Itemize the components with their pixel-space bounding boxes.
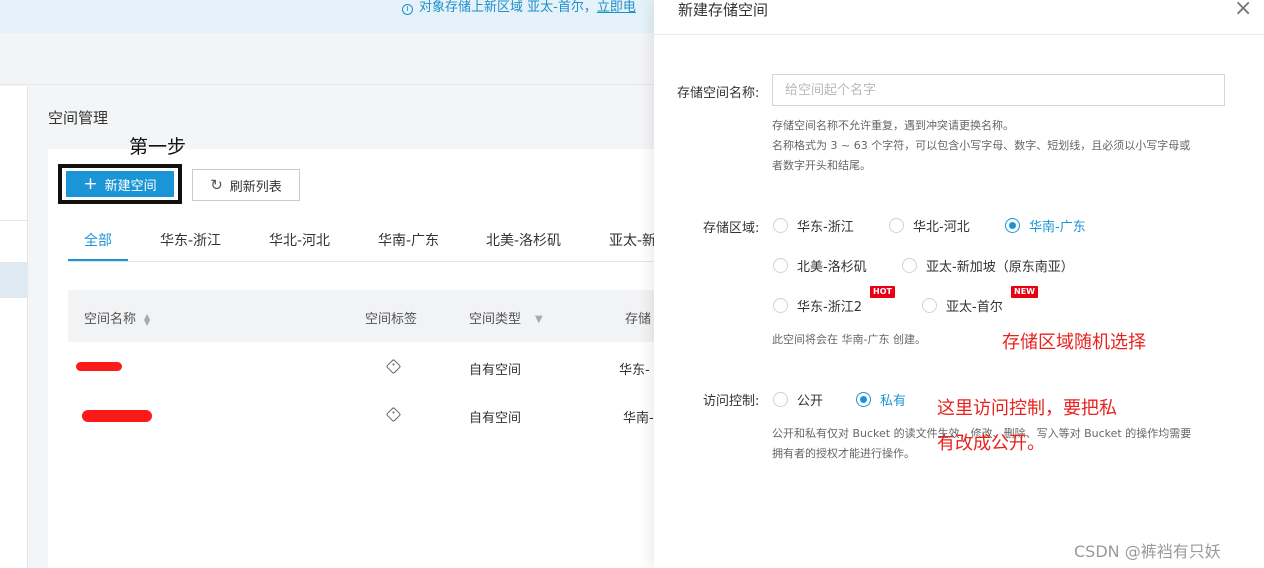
create-bucket-drawer: 新建存储空间 × 存储空间名称: 存储空间名称不允许重复，遇到冲突请更换名称。 …	[654, 0, 1264, 568]
active-tab-indicator	[68, 259, 128, 261]
access-annotation-line1: 这里访问控制，要把私	[937, 398, 1117, 419]
tag-icon[interactable]	[385, 406, 402, 423]
bucket-name-format-hint-cont: 者数字开头和结尾。	[772, 159, 871, 172]
sidebar-item-selected[interactable]	[0, 262, 28, 298]
radio-circle[interactable]	[773, 258, 788, 273]
tab-asia-singapore[interactable]: 亚太-新	[609, 230, 656, 250]
region-annotation: 存储区域随机选择	[1002, 332, 1146, 353]
radio-circle[interactable]	[773, 218, 788, 233]
notice-link[interactable]: 立即电	[597, 0, 636, 15]
bucket-type: 自有空间	[469, 411, 522, 426]
table-header: 空间名称 ▲ ▼ 空间标签 空间类型 ▼ 存储	[68, 290, 654, 342]
radio-region-east-zhejiang[interactable]: 华东-浙江	[773, 216, 854, 235]
highlight-box: + 新建空间	[58, 164, 182, 204]
watermark: CSDN @裤裆有只妖	[1074, 542, 1221, 561]
tab-all[interactable]: 全部	[84, 230, 112, 250]
radio-circle[interactable]	[889, 218, 904, 233]
radio-circle[interactable]	[1005, 218, 1020, 233]
column-header-type[interactable]: 空间类型 ▼	[469, 308, 543, 327]
filter-icon[interactable]: ▼	[535, 314, 543, 325]
table-row[interactable]: 自有空间 华东-	[68, 343, 654, 391]
bucket-region: 华东-	[619, 363, 650, 378]
tag-icon[interactable]	[385, 358, 402, 375]
notice-text: 对象存储上新区域 亚太-首尔，	[419, 0, 597, 15]
info-icon: i	[402, 4, 413, 15]
sidebar-divider	[0, 220, 28, 221]
access-annotation-line2: 有改成公开。	[937, 433, 1045, 454]
radio-circle[interactable]	[773, 298, 788, 313]
bucket-region: 华南-	[623, 411, 654, 426]
radio-circle[interactable]	[922, 298, 937, 313]
radio-access-private[interactable]: 私有	[856, 390, 906, 409]
notice-bar: i 对象存储上新区域 亚太-首尔，立即电	[0, 0, 654, 33]
radio-region-east-zhejiang-2[interactable]: 华东-浙江2 HOT	[773, 286, 895, 315]
tab-south-guangdong[interactable]: 华南-广东	[378, 230, 439, 250]
radio-region-south-guangdong[interactable]: 华南-广东	[1005, 216, 1086, 235]
radio-circle[interactable]	[856, 392, 871, 407]
region-label: 存储区域:	[703, 221, 760, 236]
radio-region-asia-seoul[interactable]: 亚太-首尔 NEW	[922, 286, 1038, 315]
tab-east-zhejiang[interactable]: 华东-浙江	[160, 230, 221, 250]
redacted-bucket-name	[76, 362, 122, 371]
table-row[interactable]: 自有空间 华南-	[68, 391, 654, 439]
top-navigation	[0, 33, 654, 85]
bucket-name-format-hint: 名称格式为 3 ~ 63 个字符，可以包含小写字母、数字、短划线，且必须以小写字…	[772, 139, 1191, 152]
refresh-list-label: 刷新列表	[229, 179, 282, 195]
radio-region-na-los-angeles[interactable]: 北美-洛杉矶	[773, 256, 867, 275]
redacted-bucket-name	[82, 410, 152, 422]
close-icon[interactable]: ×	[1234, 0, 1252, 21]
bucket-name-hint: 存储空间名称不允许重复，遇到冲突请更换名称。	[772, 119, 1014, 132]
drawer-header: 新建存储空间 ×	[654, 0, 1264, 35]
step-annotation: 第一步	[129, 136, 187, 158]
radio-circle[interactable]	[902, 258, 917, 273]
new-badge: NEW	[1011, 286, 1038, 298]
page-title: 空间管理	[48, 109, 109, 127]
tab-north-hebei[interactable]: 华北-河北	[269, 230, 330, 250]
create-bucket-label: 新建空间	[104, 178, 157, 194]
region-tabs: 全部 华东-浙江 华北-河北 华南-广东 北美-洛杉矶 亚太-新	[68, 222, 656, 262]
column-header-name[interactable]: 空间名称 ▲ ▼	[84, 308, 150, 327]
hot-badge: HOT	[870, 286, 895, 298]
plus-icon: +	[83, 173, 98, 194]
drawer-title: 新建存储空间	[678, 1, 769, 19]
region-hint: 此空间将会在 华南-广东 创建。	[772, 333, 926, 346]
sort-icon[interactable]: ▲ ▼	[144, 312, 150, 326]
bucket-type: 自有空间	[469, 363, 522, 378]
access-hint-cont: 拥有者的授权才能进行操作。	[772, 447, 915, 460]
radio-access-public[interactable]: 公开	[773, 390, 823, 409]
radio-region-north-hebei[interactable]: 华北-河北	[889, 216, 970, 235]
radio-circle[interactable]	[773, 392, 788, 407]
radio-region-asia-singapore[interactable]: 亚太-新加坡（原东南亚）	[902, 256, 1074, 275]
refresh-list-button[interactable]: ↻ 刷新列表	[192, 169, 300, 201]
refresh-icon: ↻	[210, 176, 223, 194]
tab-na-los-angeles[interactable]: 北美-洛杉矶	[486, 230, 561, 250]
bucket-name-label: 存储空间名称:	[677, 86, 760, 101]
bucket-name-input[interactable]	[772, 74, 1225, 106]
sidebar	[0, 86, 28, 568]
access-control-label: 访问控制:	[703, 394, 760, 409]
column-header-storage: 存储	[625, 312, 652, 327]
column-header-tags: 空间标签	[365, 312, 418, 327]
create-bucket-button[interactable]: + 新建空间	[66, 171, 174, 197]
notice: i 对象存储上新区域 亚太-首尔，立即电	[402, 0, 636, 15]
